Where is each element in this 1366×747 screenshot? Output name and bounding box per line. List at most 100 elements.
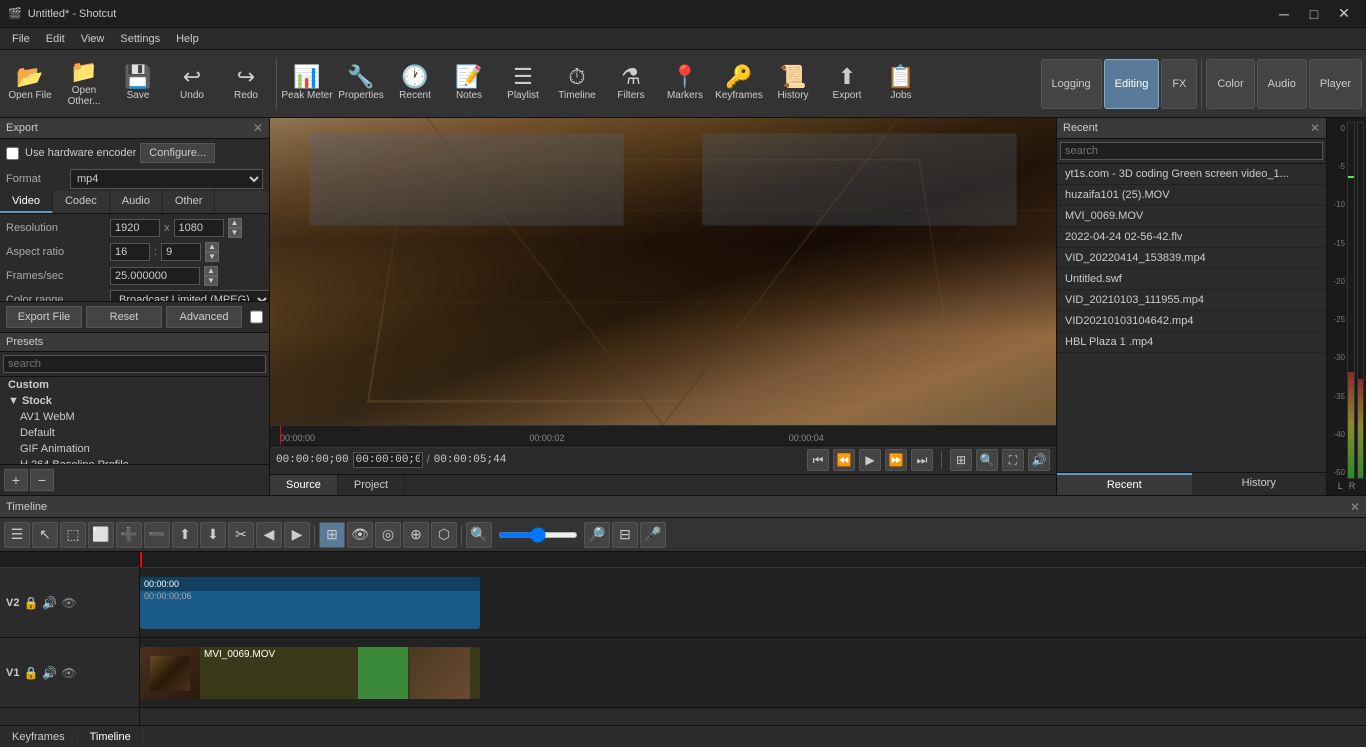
logging-mode-button[interactable]: Logging bbox=[1041, 59, 1102, 109]
track-v2-clip[interactable]: 00:00:00 00:00:00;06 bbox=[140, 577, 480, 629]
recent-item-2[interactable]: MVI_0069.MOV bbox=[1057, 206, 1326, 227]
properties-button[interactable]: 🔧 Properties bbox=[335, 53, 387, 115]
resolution-down[interactable]: ▼ bbox=[228, 228, 242, 238]
tab-other[interactable]: Other bbox=[163, 191, 216, 213]
aspect-down[interactable]: ▼ bbox=[205, 252, 219, 262]
tl-multiselect-button[interactable]: ⬚ bbox=[60, 522, 86, 548]
close-button[interactable]: ✕ bbox=[1330, 3, 1358, 25]
bottom-timeline-tab[interactable]: Timeline bbox=[78, 729, 144, 745]
timeline-close[interactable]: ✕ bbox=[1350, 500, 1360, 514]
filters-button[interactable]: ⚗ Filters bbox=[605, 53, 657, 115]
preset-av1-webm[interactable]: AV1 WebM bbox=[0, 409, 269, 425]
recent-item-0[interactable]: yt1s.com - 3D coding Green screen video_… bbox=[1057, 164, 1326, 185]
track-v1-lock[interactable]: 🔒 bbox=[23, 666, 38, 680]
timeline-button[interactable]: ⏱ Timeline bbox=[551, 53, 603, 115]
playlist-button[interactable]: ☰ Playlist bbox=[497, 53, 549, 115]
tl-marker-button[interactable]: ⬡ bbox=[431, 522, 457, 548]
tl-select-button[interactable]: ↖ bbox=[32, 522, 58, 548]
tl-append-button[interactable]: ➕ bbox=[116, 522, 142, 548]
recent-item-5[interactable]: Untitled.swf bbox=[1057, 269, 1326, 290]
editing-mode-button[interactable]: Editing bbox=[1104, 59, 1160, 109]
tl-ripple2-button[interactable]: ◎ bbox=[375, 522, 401, 548]
project-tab[interactable]: Project bbox=[338, 475, 405, 495]
recent-item-1[interactable]: huzaifa101 (25).MOV bbox=[1057, 185, 1326, 206]
tl-split-button[interactable]: ✂ bbox=[228, 522, 254, 548]
undo-button[interactable]: ↩ Undo bbox=[166, 53, 218, 115]
volume-button[interactable]: 🔊 bbox=[1028, 449, 1050, 471]
resolution-width-input[interactable] bbox=[110, 219, 160, 237]
recent-item-7[interactable]: VID20210103104642.mp4 bbox=[1057, 311, 1326, 332]
track-v2-lock[interactable]: 🔒 bbox=[23, 596, 38, 610]
aspect-up[interactable]: ▲ bbox=[205, 242, 219, 252]
color-sub-button[interactable]: Color bbox=[1206, 59, 1254, 109]
notes-button[interactable]: 📝 Notes bbox=[443, 53, 495, 115]
zoom-button[interactable]: 🔍 bbox=[976, 449, 998, 471]
play-button[interactable]: ▶ bbox=[859, 449, 881, 471]
preset-custom[interactable]: Custom bbox=[0, 377, 269, 393]
minimize-button[interactable]: ─ bbox=[1270, 3, 1298, 25]
menu-settings[interactable]: Settings bbox=[112, 31, 168, 47]
preset-stock[interactable]: ▼ Stock bbox=[0, 393, 269, 409]
export-button[interactable]: ⬆ Export bbox=[821, 53, 873, 115]
menu-file[interactable]: File bbox=[4, 31, 38, 47]
track-v2-mute[interactable]: 🔊 bbox=[42, 596, 57, 610]
tl-menu-button[interactable]: ☰ bbox=[4, 522, 30, 548]
track-v1-hide[interactable]: 👁 bbox=[61, 666, 76, 680]
prev-frame-button[interactable]: ⏪ bbox=[833, 449, 855, 471]
format-select[interactable]: mp4avimkvmov bbox=[70, 169, 263, 189]
go-to-start-button[interactable]: ⏮ bbox=[807, 449, 829, 471]
reset-button[interactable]: Reset bbox=[86, 306, 162, 328]
markers-button[interactable]: 📍 Markers bbox=[659, 53, 711, 115]
preset-h264-baseline[interactable]: H.264 Baseline Profile bbox=[0, 457, 269, 464]
maximize-button[interactable]: □ bbox=[1300, 3, 1328, 25]
save-button[interactable]: 💾 Save bbox=[112, 53, 164, 115]
zoom-slider[interactable] bbox=[498, 532, 578, 538]
next-frame-button[interactable]: ⏩ bbox=[885, 449, 907, 471]
track-v2-hide[interactable]: 👁 bbox=[61, 596, 76, 610]
fps-up[interactable]: ▲ bbox=[204, 266, 218, 276]
tl-fit-button[interactable]: ⊟ bbox=[612, 522, 638, 548]
tl-ripple-button[interactable]: 👁 bbox=[347, 522, 373, 548]
resolution-up[interactable]: ▲ bbox=[228, 218, 242, 228]
advanced-checkbox[interactable] bbox=[250, 306, 263, 328]
grid-button[interactable]: ⊞ bbox=[950, 449, 972, 471]
color-range-select[interactable]: Broadcast Limited (MPEG) Full Range bbox=[110, 290, 269, 301]
aspect-h-input[interactable] bbox=[161, 243, 201, 261]
time-input[interactable] bbox=[353, 452, 423, 468]
fullscreen-button[interactable]: ⛶ bbox=[1002, 449, 1024, 471]
keyframes-button[interactable]: 🔑 Keyframes bbox=[713, 53, 765, 115]
tl-zoom-out[interactable]: 🔍 bbox=[466, 522, 492, 548]
export-panel-close[interactable]: ✕ bbox=[253, 121, 263, 135]
tl-snap-button[interactable]: ⊞ bbox=[319, 522, 345, 548]
player-sub-button[interactable]: Player bbox=[1309, 59, 1362, 109]
tab-codec[interactable]: Codec bbox=[53, 191, 110, 213]
fps-down[interactable]: ▼ bbox=[204, 276, 218, 286]
track-v1-clip[interactable]: MVI_0069.MOV bbox=[140, 647, 480, 699]
recent-footer-recent[interactable]: Recent bbox=[1057, 473, 1192, 495]
jobs-button[interactable]: 📋 Jobs bbox=[875, 53, 927, 115]
tl-prev-marker[interactable]: ◀ bbox=[256, 522, 282, 548]
recent-panel-close[interactable]: ✕ bbox=[1310, 121, 1320, 135]
configure-button[interactable]: Configure... bbox=[140, 143, 215, 163]
recent-button[interactable]: 🕐 Recent bbox=[389, 53, 441, 115]
add-preset-button[interactable]: + bbox=[4, 469, 28, 491]
tl-overwrite-button[interactable]: ⬇ bbox=[200, 522, 226, 548]
remove-preset-button[interactable]: − bbox=[30, 469, 54, 491]
history-button[interactable]: 📜 History bbox=[767, 53, 819, 115]
recent-footer-history[interactable]: History bbox=[1192, 473, 1327, 495]
tab-video[interactable]: Video bbox=[0, 191, 53, 213]
hw-encoder-checkbox[interactable] bbox=[6, 147, 19, 160]
source-tab[interactable]: Source bbox=[270, 475, 338, 495]
preset-default[interactable]: Default bbox=[0, 425, 269, 441]
redo-button[interactable]: ↪ Redo bbox=[220, 53, 272, 115]
recent-item-3[interactable]: 2022-04-24 02-56-42.flv bbox=[1057, 227, 1326, 248]
fps-input[interactable] bbox=[110, 267, 200, 285]
menu-view[interactable]: View bbox=[73, 31, 113, 47]
recent-item-6[interactable]: VID_20210103_111955.mp4 bbox=[1057, 290, 1326, 311]
aspect-w-input[interactable] bbox=[110, 243, 150, 261]
tl-insert-button[interactable]: ⬜ bbox=[88, 522, 114, 548]
bottom-keyframes-tab[interactable]: Keyframes bbox=[0, 729, 78, 745]
tl-remove-button[interactable]: ➖ bbox=[144, 522, 170, 548]
audio-sub-button[interactable]: Audio bbox=[1257, 59, 1307, 109]
recent-item-4[interactable]: VID_20220414_153839.mp4 bbox=[1057, 248, 1326, 269]
